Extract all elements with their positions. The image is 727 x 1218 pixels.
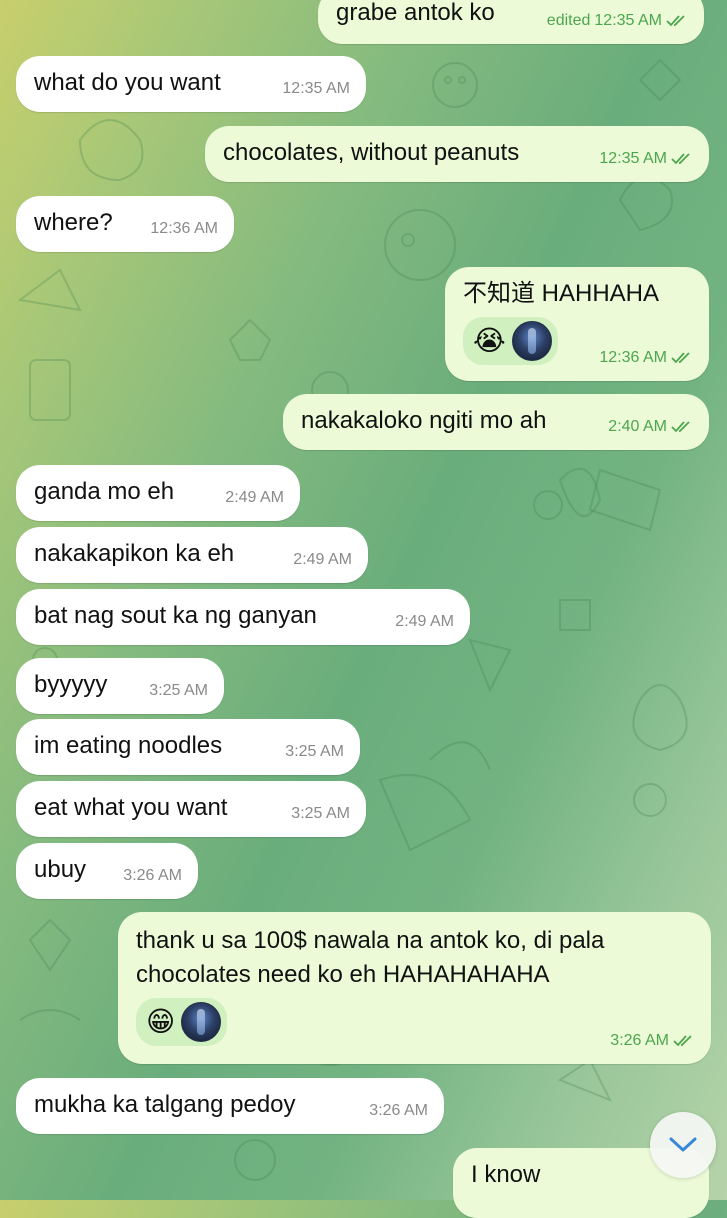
reactor-avatar	[181, 1002, 222, 1042]
message-time: 2:49 AM	[293, 551, 352, 568]
read-double-check-icon	[671, 352, 690, 364]
message-meta: 2:49 AM	[225, 483, 284, 513]
message-meta: 3:26 AM	[123, 861, 182, 891]
read-double-check-icon	[671, 421, 690, 433]
chevron-down-icon	[669, 1137, 697, 1152]
reaction-emoji: 😭	[473, 325, 506, 356]
message-meta: 2:40 AM	[608, 412, 693, 442]
message-meta: 3:25 AM	[285, 737, 344, 767]
message-incoming[interactable]: eat what you want 3:25 AM	[16, 781, 366, 837]
message-text: nakakapikon ka eh	[34, 540, 235, 567]
message-outgoing[interactable]: 不知道 HAHHAHA 😭 12:36 AM	[445, 267, 709, 381]
message-meta: 3:25 AM	[291, 799, 350, 829]
message-meta: 12:35 AM	[599, 144, 693, 174]
message-outgoing[interactable]: nakakaloko ngiti mo ah 2:40 AM	[283, 394, 709, 450]
read-double-check-icon	[671, 153, 690, 165]
message-time: 3:26 AM	[369, 1102, 428, 1119]
message-text: nakakaloko ngiti mo ah	[301, 407, 547, 434]
message-text: mukha ka talgang pedoy	[34, 1091, 296, 1118]
message-text: bat nag sout ka ng ganyan	[34, 602, 317, 629]
message-time: 3:25 AM	[291, 805, 350, 822]
message-incoming[interactable]: what do you want 12:35 AM	[16, 56, 366, 112]
message-incoming[interactable]: byyyyy 3:25 AM	[16, 658, 224, 714]
message-text: what do you want	[34, 69, 221, 96]
message-incoming[interactable]: ganda mo eh 2:49 AM	[16, 465, 300, 521]
message-outgoing[interactable]: chocolates, without peanuts 12:35 AM	[205, 126, 709, 182]
message-time: 2:49 AM	[395, 613, 454, 630]
message-text: where?	[34, 209, 113, 236]
message-time: 12:35 AM	[594, 12, 662, 29]
message-meta: 2:49 AM	[293, 545, 352, 575]
scroll-to-bottom-button[interactable]	[650, 1112, 716, 1178]
reactor-avatar	[511, 321, 552, 361]
message-meta: 12:35 AM	[282, 74, 350, 104]
message-time: 12:36 AM	[599, 349, 667, 366]
message-meta: 3:26 AM	[369, 1096, 428, 1126]
message-text: eat what you want	[34, 794, 228, 821]
message-time: 2:40 AM	[608, 418, 667, 435]
message-meta: 3:26 AM	[610, 1026, 695, 1056]
message-time: 2:49 AM	[225, 489, 284, 506]
message-incoming[interactable]: im eating noodles 3:25 AM	[16, 719, 360, 775]
message-text: 不知道 HAHHAHA	[463, 280, 660, 307]
message-incoming[interactable]: ubuy 3:26 AM	[16, 843, 198, 899]
message-meta: edited 12:35 AM	[547, 6, 688, 36]
message-text: grabe antok ko	[336, 0, 495, 26]
message-text: ubuy	[34, 856, 87, 883]
reactions[interactable]: 😁	[136, 998, 228, 1046]
message-meta: 2:49 AM	[395, 607, 454, 637]
message-time: 12:35 AM	[599, 150, 667, 167]
message-time: 3:25 AM	[149, 682, 208, 699]
message-outgoing[interactable]: grabe antok ko edited 12:35 AM	[318, 0, 704, 44]
message-time: 3:26 AM	[123, 867, 182, 884]
message-incoming[interactable]: where? 12:36 AM	[16, 196, 234, 252]
message-incoming[interactable]: bat nag sout ka ng ganyan 2:49 AM	[16, 589, 470, 645]
message-meta: 12:36 AM	[599, 343, 693, 373]
message-time: 3:26 AM	[610, 1032, 669, 1049]
message-text: I know	[471, 1161, 541, 1188]
message-time: 12:36 AM	[150, 220, 218, 237]
reactions[interactable]: 😭	[463, 317, 558, 365]
reaction-emoji: 😁	[146, 1006, 176, 1037]
message-text: im eating noodles	[34, 732, 223, 759]
message-incoming[interactable]: nakakapikon ka eh 2:49 AM	[16, 527, 368, 583]
message-meta: 12:36 AM	[150, 214, 218, 244]
message-text: ganda mo eh	[34, 478, 175, 505]
read-double-check-icon	[673, 1035, 692, 1047]
message-time: 12:35 AM	[282, 80, 350, 97]
edited-label: edited	[546, 12, 591, 29]
message-text: chocolates, without peanuts	[223, 139, 520, 166]
read-double-check-icon	[666, 15, 685, 27]
message-time: 3:25 AM	[285, 743, 344, 760]
message-incoming[interactable]: mukha ka talgang pedoy 3:26 AM	[16, 1078, 444, 1134]
message-text: byyyyy	[34, 671, 108, 698]
message-text: thank u sa 100$ nawala na antok ko, di p…	[136, 927, 605, 988]
message-meta: 3:25 AM	[149, 676, 208, 706]
message-outgoing[interactable]: thank u sa 100$ nawala na antok ko, di p…	[118, 912, 711, 1064]
